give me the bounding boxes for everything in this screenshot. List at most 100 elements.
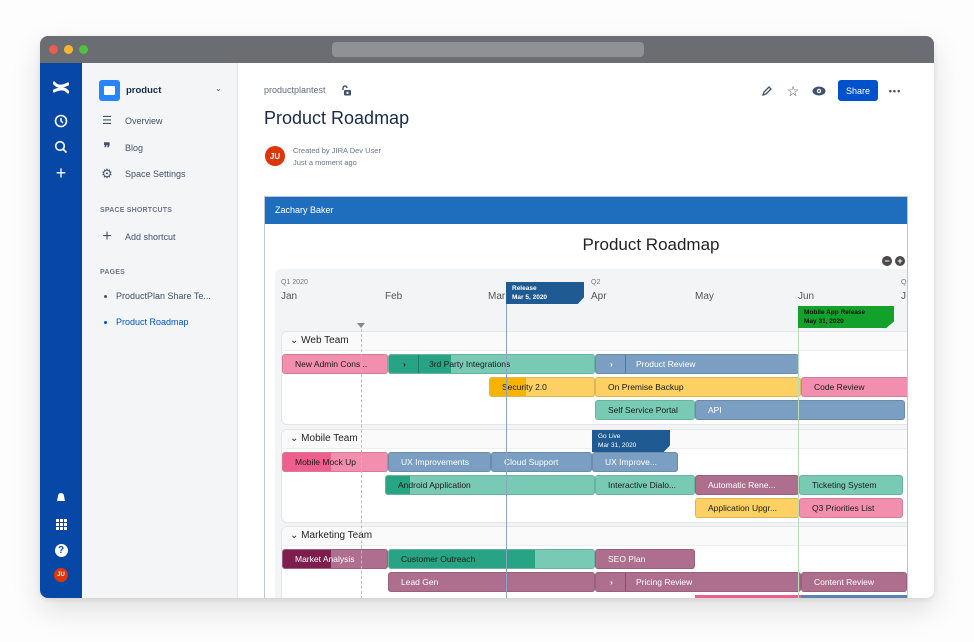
roadmap-bar[interactable]: API [695, 400, 905, 420]
chevron-down-icon[interactable]: ⌄ [290, 433, 301, 444]
month-label: Mar [488, 291, 506, 302]
roadmap-bar[interactable]: Self Service Portal [595, 400, 695, 420]
close-window-button[interactable] [49, 45, 58, 54]
month-label: Jun [798, 291, 815, 302]
bar-label: Q3 Priorities List [812, 503, 875, 513]
user-avatar[interactable]: JU [54, 568, 68, 582]
blog-quote-icon: ❞ [103, 140, 111, 155]
quarter-label: Q2 [591, 279, 601, 286]
bar-label: 3rd Party Integrations [429, 359, 511, 369]
address-bar[interactable] [332, 42, 644, 57]
roadmap-bar[interactable]: Lead Gen [388, 572, 595, 592]
lane-header[interactable]: ⌄ Web Team [282, 332, 907, 351]
page-content: productplantest Product Roadmap JU Creat… [238, 63, 934, 598]
gear-icon: ⚙ [101, 166, 113, 181]
unlock-icon[interactable] [341, 83, 353, 96]
chevron-down-icon[interactable]: ⌄ [290, 530, 301, 541]
today-marker-icon[interactable] [357, 323, 365, 328]
add-shortcut-button[interactable]: + Add shortcut [100, 228, 175, 246]
breadcrumb[interactable]: productplantest [264, 85, 326, 95]
recent-icon[interactable] [51, 111, 71, 131]
roadmap-bar[interactable]: Customer Outreach [388, 549, 595, 569]
today-line [361, 329, 362, 598]
created-by: Created by JIRA Dev User [293, 146, 381, 155]
page-tree-item-active[interactable]: Product Roadmap [104, 317, 189, 327]
lane-web-team: ⌄ Web Team New Admin Cons... › 3rd Party … [281, 331, 907, 425]
roadmap-bar[interactable]: UX Improvements [388, 452, 491, 472]
roadmap-bar[interactable]: Application Upgr... [695, 498, 799, 518]
roadmap-owner: Zachary Baker [275, 205, 334, 215]
add-icon: + [102, 228, 112, 245]
space-name[interactable]: product [126, 85, 161, 96]
roadmap-bar[interactable]: › Product Review [595, 354, 799, 374]
maximize-window-button[interactable] [79, 45, 88, 54]
roadmap-bar-partial[interactable] [695, 595, 801, 598]
watch-eye-icon[interactable] [811, 83, 827, 99]
lane-name: Web Team [301, 335, 349, 346]
expand-chevron-icon[interactable]: › [604, 355, 626, 373]
sidebar-item-blog[interactable]: ❞ Blog [100, 140, 144, 156]
confluence-logo-icon[interactable] [51, 77, 71, 97]
month-label: J [901, 291, 906, 302]
space-sidebar: product ⌄ ☰ Overview ❞ Blog ⚙ Space Sett… [82, 63, 238, 598]
roadmap-bar[interactable]: Interactive Dialo... [595, 475, 695, 495]
milestone-mobile-app-release[interactable]: Mobile App Release May 31, 2020 [798, 306, 894, 328]
chevron-down-icon[interactable]: ⌄ [290, 335, 301, 346]
expand-chevron-icon[interactable]: › [397, 355, 419, 373]
milestone-release[interactable]: Release Mar 5, 2020 [506, 282, 584, 304]
chevron-down-icon[interactable]: ⌄ [215, 84, 222, 93]
created-time: Just a moment ago [293, 158, 357, 167]
notifications-icon[interactable] [51, 488, 71, 508]
milestone-text: Mar 5, 2020 [512, 294, 548, 301]
roadmap-bar[interactable]: Automatic Rene... [695, 475, 799, 495]
roadmap-timeline: Q1 2020 Q2 Q Jan Feb Mar Apr May Jun J ⌄… [275, 269, 907, 598]
roadmap-bar[interactable]: Market Analysis [282, 549, 388, 569]
milestone-go-live[interactable]: Go Live Mar 31, 2020 [592, 430, 670, 452]
share-button[interactable]: Share [838, 80, 878, 101]
help-icon[interactable]: ? [51, 540, 71, 560]
roadmap-bar[interactable]: SEO Plan [595, 549, 695, 569]
browser-titlebar [40, 36, 934, 63]
bar-label: Mobile Mock Up [295, 457, 356, 467]
roadmap-bar[interactable]: Android Application [385, 475, 595, 495]
sidebar-item-overview[interactable]: ☰ Overview [100, 114, 162, 127]
sidebar-item-label: Space Settings [125, 169, 186, 179]
expand-chevron-icon[interactable]: › [604, 573, 626, 591]
edit-pencil-icon[interactable] [759, 83, 775, 99]
bar-label: SEO Plan [608, 554, 646, 564]
bar-label: Market Analysis [295, 554, 355, 564]
roadmap-bar[interactable]: › 3rd Party Integrations [388, 354, 595, 374]
roadmap-bar[interactable]: On Premise Backup [595, 377, 801, 397]
roadmap-bar[interactable]: Code Review [801, 377, 907, 397]
roadmap-bar[interactable]: Content Review [801, 572, 907, 592]
breadcrumb-space[interactable]: productplantest [264, 85, 326, 95]
more-actions-icon[interactable]: ••• [887, 83, 903, 99]
bar-label: Cloud Support [504, 457, 559, 467]
sidebar-item-space-settings[interactable]: ⚙ Space Settings [100, 166, 186, 182]
embed-header: Zachary Baker [265, 197, 907, 224]
page-tree-label: Product Roadmap [116, 317, 189, 327]
roadmap-bar[interactable]: Mobile Mock Up [282, 452, 388, 472]
lane-header[interactable]: ⌄ Marketing Team [282, 527, 907, 546]
search-icon[interactable] [51, 137, 71, 157]
create-icon[interactable]: + [51, 163, 71, 183]
roadmap-bar[interactable]: UX Improve... [592, 452, 678, 472]
roadmap-bar[interactable]: › Pricing Review [595, 572, 801, 592]
milestone-text: Release [512, 285, 537, 292]
roadmap-bar-partial[interactable] [801, 595, 907, 598]
star-icon[interactable]: ☆ [785, 83, 801, 99]
minimize-window-button[interactable] [64, 45, 73, 54]
zoom-out-icon[interactable]: − [882, 256, 892, 266]
bar-label: Product Review [636, 359, 696, 369]
bar-label: Automatic Rene... [708, 480, 776, 490]
page-tree-item[interactable]: ProductPlan Share Te... [104, 291, 211, 301]
author-avatar[interactable]: JU [265, 146, 285, 166]
bar-label: UX Improve... [605, 457, 657, 467]
roadmap-bar[interactable]: Ticketing System [799, 475, 903, 495]
roadmap-bar[interactable]: New Admin Cons... [282, 354, 388, 374]
roadmap-bar[interactable]: Security 2.0 [489, 377, 595, 397]
app-switcher-icon[interactable] [51, 514, 71, 534]
roadmap-bar[interactable]: Q3 Priorities List [799, 498, 903, 518]
bar-label: Android Application [398, 480, 471, 490]
zoom-in-icon[interactable]: + [895, 256, 905, 266]
